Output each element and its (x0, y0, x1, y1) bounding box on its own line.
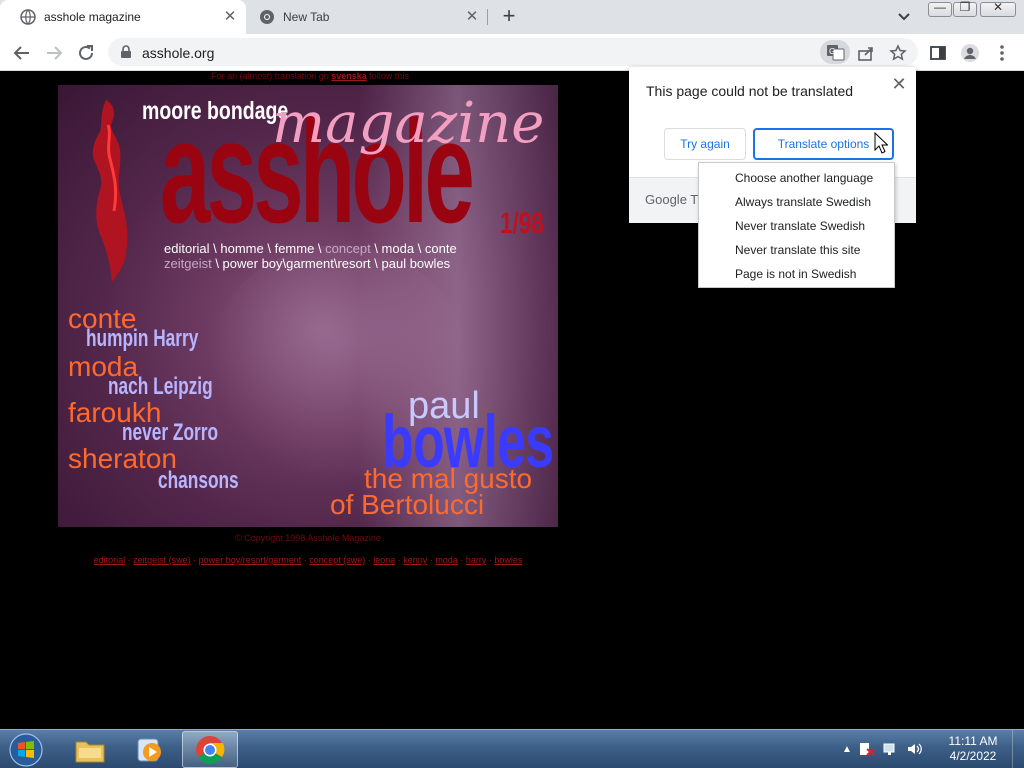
nav-power-boy[interactable]: power boy\garment\resort (223, 256, 371, 271)
close-icon[interactable]: ✕ (891, 75, 907, 93)
link-moda[interactable]: moda (435, 555, 458, 565)
avatar-icon (961, 44, 979, 62)
clock[interactable]: 11:11 AM 4/2/2022 (938, 734, 1008, 764)
side-panel-icon (930, 46, 946, 60)
nav-zeitgeist[interactable]: zeitgeist (164, 256, 212, 271)
link-bowles[interactable]: bowles (494, 555, 522, 565)
nav-paul-bowles[interactable]: paul bowles (382, 256, 451, 271)
cover-nav-line1: editorial \ homme \ femme \ concept \ mo… (164, 241, 457, 256)
link-leona[interactable]: leona (373, 555, 395, 565)
svenska-link[interactable]: svenska (331, 71, 367, 81)
link-concept[interactable]: concept (swe) (309, 555, 365, 565)
clock-date: 4/2/2022 (949, 749, 997, 763)
arrow-right-icon (47, 46, 63, 60)
nav-moda[interactable]: moda (382, 241, 415, 256)
cover-nav-line2: zeitgeist \ power boy\garment\resort \ p… (164, 256, 451, 271)
close-tab-icon[interactable]: ✕ (222, 9, 238, 25)
magazine-cover[interactable]: moore bondage asshole magazine 1/98 edit… (58, 85, 558, 527)
share-icon (858, 47, 873, 61)
taskbar-explorer[interactable] (62, 731, 118, 768)
chrome-icon (196, 735, 225, 764)
tab-asshole-magazine[interactable]: asshole magazine ✕ (0, 0, 246, 34)
arrow-left-icon (13, 46, 29, 60)
network-icon[interactable] (882, 741, 900, 757)
chrome-icon (260, 10, 274, 24)
new-tab-button[interactable]: + (498, 5, 520, 28)
show-desktop-button[interactable] (1012, 730, 1024, 768)
maximize-button[interactable]: ❐ (953, 0, 977, 17)
tab-divider (487, 9, 488, 25)
show-hidden-icons-icon[interactable]: ▲ (842, 744, 852, 755)
forward-button[interactable] (42, 41, 66, 65)
back-button[interactable] (10, 41, 34, 65)
translate-message: This page could not be translated (646, 83, 854, 99)
url-text: asshole.org (142, 45, 215, 61)
menu-item-always-translate[interactable]: Always translate Swedish (699, 190, 894, 214)
feature-conte-sub[interactable]: humpin Harry (86, 325, 198, 353)
reload-button[interactable] (74, 41, 98, 65)
browser-toolbar: asshole.org G (0, 34, 1024, 71)
magazine-label: magazine (272, 91, 545, 156)
link-kenny[interactable]: kenny (403, 555, 427, 565)
start-button[interactable] (6, 732, 46, 768)
mouse-cursor-icon (874, 132, 888, 154)
menu-item-never-translate-language[interactable]: Never translate Swedish (699, 214, 894, 238)
google-translate-label: Google Tr (645, 192, 703, 207)
tab-new-tab[interactable]: New Tab ✕ (248, 0, 488, 34)
bottom-links: editorial · zeitgeist (swe) · power boy/… (93, 555, 523, 565)
tab-strip: asshole magazine ✕ New Tab ✕ + — ❐ ✕ (0, 0, 1024, 34)
bookmark-button[interactable] (886, 41, 910, 65)
nav-femme[interactable]: femme (275, 241, 315, 256)
folder-icon (75, 741, 105, 762)
issue-number: 1/98 (500, 207, 544, 240)
translation-note: For an (almost) translation go svenska f… (211, 71, 409, 81)
link-editorial[interactable]: editorial (94, 555, 126, 565)
cover-story-line2[interactable]: of Bertolucci (330, 489, 484, 521)
lock-icon[interactable] (119, 45, 133, 59)
link-power-boy[interactable]: power boy/resort/garment (199, 555, 302, 565)
nav-concept[interactable]: concept (325, 241, 371, 256)
red-figure-image (92, 100, 128, 282)
globe-icon (20, 9, 36, 25)
close-window-button[interactable]: ✕ (980, 0, 1016, 17)
minimize-button[interactable]: — (928, 0, 952, 17)
copyright: © Copyright 1998 Asshole Magazine (235, 533, 381, 543)
link-harry[interactable]: harry (466, 555, 487, 565)
volume-icon[interactable] (906, 741, 924, 757)
action-center-icon[interactable] (858, 741, 876, 757)
try-again-button[interactable]: Try again (664, 128, 746, 160)
nav-homme[interactable]: homme (220, 241, 263, 256)
more-vert-icon (1000, 45, 1004, 61)
chevron-down-icon[interactable] (895, 9, 913, 25)
translate-options-menu: Choose another language Always translate… (698, 162, 895, 288)
menu-item-choose-language[interactable]: Choose another language (699, 166, 894, 190)
menu-item-never-translate-site[interactable]: Never translate this site (699, 238, 894, 262)
share-button[interactable] (854, 41, 878, 65)
clock-time: 11:11 AM (948, 734, 998, 748)
menu-item-not-swedish[interactable]: Page is not in Swedish (699, 262, 894, 286)
translate-icon[interactable]: G (820, 40, 850, 64)
taskbar: ▲ 11:11 AM 4/2/2022 (0, 729, 1024, 768)
svg-text:G: G (829, 47, 835, 56)
taskbar-media-player[interactable] (122, 731, 178, 768)
tab-title: asshole magazine (44, 10, 141, 24)
translate-options-button[interactable]: Translate options (753, 128, 894, 160)
windows-logo-icon (9, 733, 43, 767)
nav-editorial[interactable]: editorial (164, 241, 210, 256)
close-tab-icon[interactable]: ✕ (464, 9, 480, 25)
feature-sheraton-sub[interactable]: chansons (158, 467, 239, 495)
tab-title: New Tab (283, 10, 330, 24)
reload-icon (79, 45, 93, 60)
media-player-icon (137, 738, 161, 761)
nav-conte[interactable]: conte (425, 241, 457, 256)
side-panel-button[interactable] (926, 41, 950, 65)
profile-button[interactable] (958, 41, 982, 65)
menu-button[interactable] (990, 41, 1014, 65)
address-bar[interactable]: asshole.org G (108, 38, 918, 66)
star-icon (889, 44, 907, 61)
system-tray: ▲ (842, 738, 924, 760)
taskbar-chrome[interactable] (182, 731, 238, 768)
link-zeitgeist[interactable]: zeitgeist (swe) (133, 555, 191, 565)
